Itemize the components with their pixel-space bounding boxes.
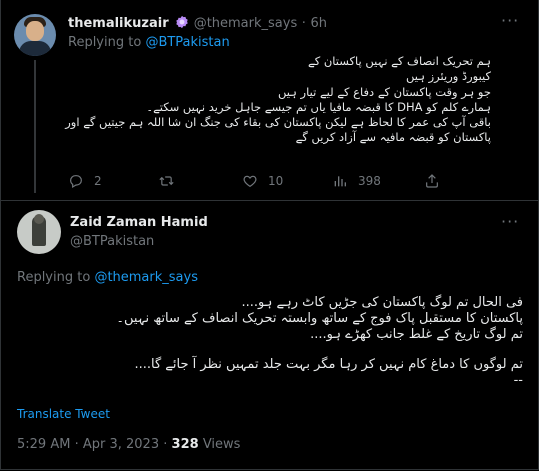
main-line: فی الحال تم لوگ پاکستان کی جڑیں کاٹ رہے … xyxy=(241,295,524,310)
retweet-icon xyxy=(158,173,175,189)
tweet-date[interactable]: Apr 3, 2023 xyxy=(83,437,159,452)
reply-handle[interactable]: @themark_says xyxy=(194,16,298,31)
views-icon xyxy=(332,173,348,189)
reply-line: ہمارے کلم کو DHA کا قبضہ مافیا یاں تم جی… xyxy=(146,99,491,114)
share-button[interactable] xyxy=(424,173,440,189)
reply-author-header: themalikuzair @themark_says · 6h xyxy=(68,15,327,33)
reply-separator: · xyxy=(301,16,306,31)
avatar-zaid-zaman-hamid[interactable] xyxy=(17,210,61,254)
main-line: پاکستان کا مستقبل پاک فوج کے ساتھ وابستہ… xyxy=(116,311,523,326)
like-count: 10 xyxy=(268,174,284,188)
more-icon[interactable]: ··· xyxy=(501,11,519,30)
replying-prefix: Replying to xyxy=(17,270,91,285)
date-separator: · xyxy=(74,437,79,452)
reply-button[interactable]: 2 xyxy=(68,173,102,189)
date-separator: · xyxy=(163,437,168,452)
tweet-timestamp: 5:29 AM · Apr 3, 2023 · 328 Views xyxy=(17,437,240,452)
reply-line: جو ہر وقت پاکستان کے دفاع کے لیے تیار ہی… xyxy=(277,84,491,99)
reply-count: 2 xyxy=(94,174,102,188)
translate-tweet-link[interactable]: Translate Tweet xyxy=(17,407,110,421)
reply-icon xyxy=(68,173,84,189)
like-button[interactable]: 10 xyxy=(242,173,283,189)
reply-time[interactable]: 6h xyxy=(310,16,327,31)
retweet-button[interactable] xyxy=(158,173,175,189)
tweet-divider xyxy=(0,200,539,201)
reply-line: باقی آپ کی عمر کا لحاظ ہے لیکن پاکستان ک… xyxy=(65,115,491,130)
views-button[interactable]: 398 xyxy=(332,173,381,189)
reply-line: ہم تحریک انصاف کے نہیں پاکستان کے xyxy=(307,54,491,68)
views-number: 328 xyxy=(171,437,199,452)
thread-connector-line xyxy=(34,60,36,193)
reply-action-bar: 2 10 398 xyxy=(68,173,508,191)
tweet-time[interactable]: 5:29 AM xyxy=(17,437,70,452)
views-count: 398 xyxy=(358,174,381,188)
avatar-themalikuzair[interactable] xyxy=(14,14,56,56)
replying-prefix: Replying to xyxy=(68,35,142,50)
more-icon[interactable]: ··· xyxy=(501,212,519,231)
reply-line: پاکستان کو قبضہ مافیہ سے آزاد کریں گے xyxy=(295,130,491,145)
like-icon xyxy=(242,173,258,189)
main-tweet-text: فی الحال تم لوگ پاکستان کی جڑیں کاٹ رہے … xyxy=(23,295,523,389)
reply-tweet-text: ہم تحریک انصاف کے نہیں پاکستان کے کیبورڈ… xyxy=(61,54,491,146)
replying-to-link[interactable]: @themark_says xyxy=(94,270,198,285)
main-display-name[interactable]: Zaid Zaman Hamid xyxy=(70,215,208,230)
main-replying-to: Replying to @themark_says xyxy=(17,270,198,285)
reply-line: کیبورڈ وریئرز ہیں xyxy=(406,69,491,84)
main-handle[interactable]: @BTPakistan xyxy=(70,234,154,249)
reply-display-name[interactable]: themalikuzair xyxy=(68,16,169,31)
replying-to-link[interactable]: @BTPakistan xyxy=(145,35,229,50)
main-line: تم لوگ تاریخ کے غلط جانب کھڑے ہو.... xyxy=(310,327,523,342)
share-icon xyxy=(424,173,440,189)
views-label: Views xyxy=(202,437,241,452)
main-line: تم لوگوں کا دماغ کام نہیں کر رہا مگر بہت… xyxy=(134,357,523,372)
main-line: -- xyxy=(513,373,523,388)
verified-badge-icon[interactable] xyxy=(175,15,189,33)
reply-replying-to: Replying to @BTPakistan xyxy=(68,35,230,50)
